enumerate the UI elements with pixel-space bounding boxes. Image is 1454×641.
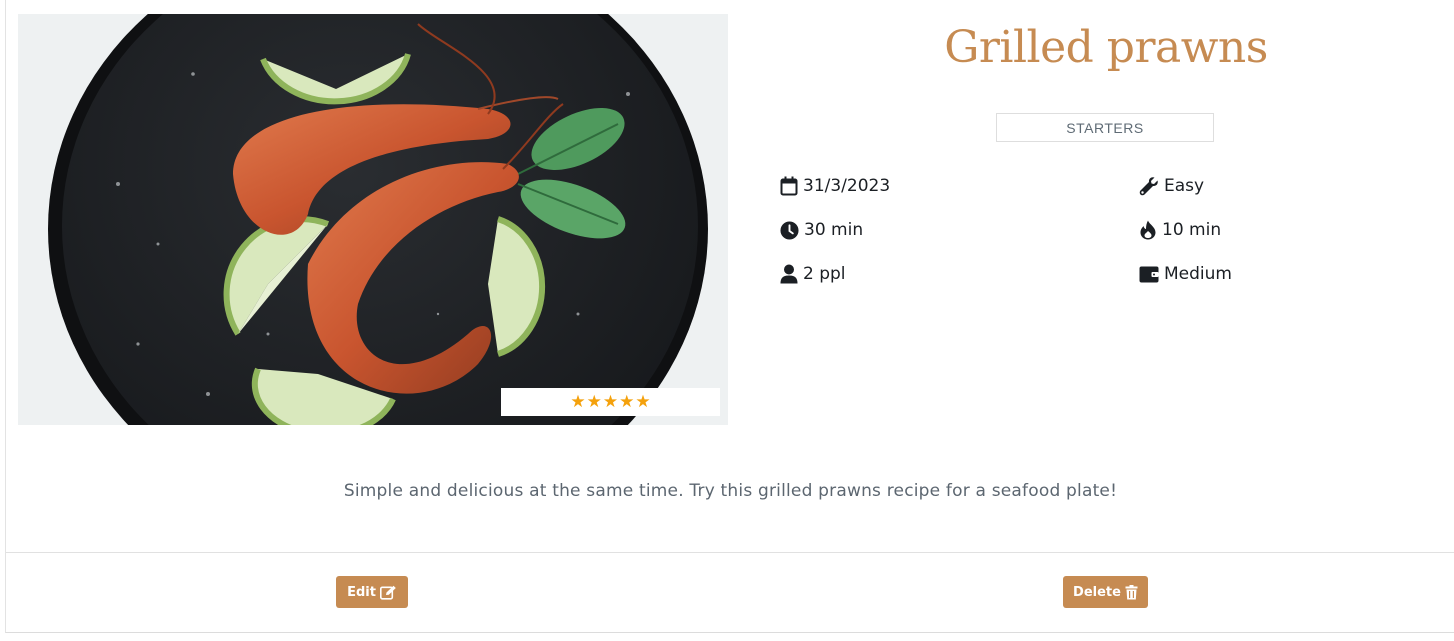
flame-icon [1140,220,1156,240]
wrench-icon [1139,177,1158,196]
star-icon: ★ [619,391,635,412]
info-prep-time: 30 min [780,220,863,240]
servings-value: 2 ppl [803,264,846,284]
user-icon [780,264,798,284]
cook-time-value: 10 min [1162,220,1222,240]
cost-value: Medium [1164,264,1232,284]
recipe-title: Grilled prawns [944,22,1268,73]
recipe-photo: ★ ★ ★ ★ ★ [18,14,728,425]
trash-icon [1125,584,1138,599]
star-icon: ★ [602,391,619,412]
info-cost: Medium [1139,264,1232,284]
delete-button-label: Delete [1073,584,1121,600]
prep-time-value: 30 min [804,220,864,240]
edit-button-label: Edit [347,584,376,600]
edit-button[interactable]: Edit [336,576,408,608]
edit-icon [379,585,396,600]
wallet-icon [1139,266,1159,283]
divider [6,552,1454,553]
info-date: 31/3/2023 [780,176,890,196]
info-servings: 2 ppl [780,264,846,284]
category-badge: STARTERS [996,113,1214,142]
date-value: 31/3/2023 [803,176,891,196]
difficulty-value: Easy [1164,176,1205,196]
calendar-icon [780,176,798,196]
star-icon: ★ [635,391,651,412]
grilled-prawns-image [18,14,728,425]
recipe-card: ★ ★ ★ ★ ★ Grilled prawns STARTERS 31/3/2… [5,0,1454,633]
star-icon: ★ [586,391,602,412]
info-cook-time: 10 min [1139,220,1221,240]
recipe-description: Simple and delicious at the same time. T… [343,481,1118,501]
delete-button[interactable]: Delete [1063,576,1148,608]
info-difficulty: Easy [1139,176,1204,196]
star-icon: ★ [570,391,586,412]
clock-icon [780,220,799,240]
rating-bar: ★ ★ ★ ★ ★ [501,388,720,416]
